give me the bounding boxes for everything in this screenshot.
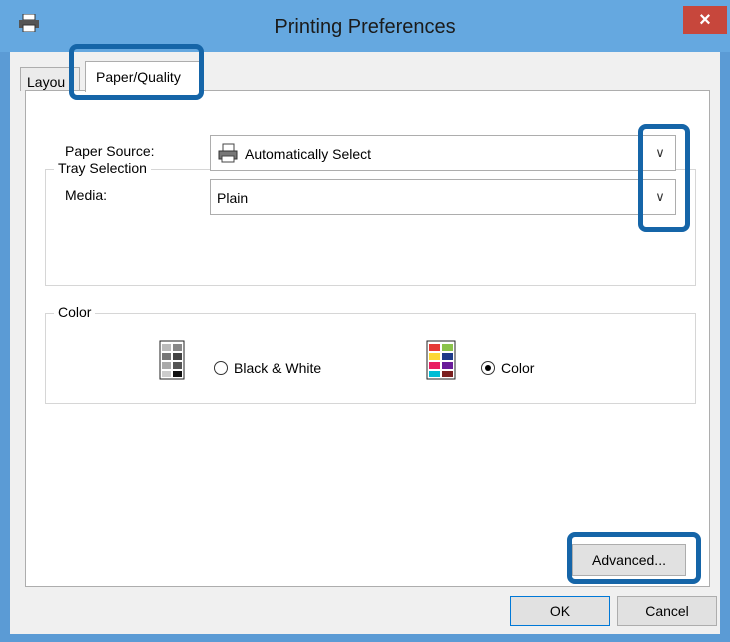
black-white-label: Black & White — [234, 360, 322, 376]
tab-layout-label: Layou — [27, 74, 66, 90]
media-dropdown[interactable]: Plain ∨ — [210, 179, 676, 215]
cancel-button[interactable]: Cancel — [617, 596, 717, 626]
paper-source-dropdown[interactable]: Automatically Select ∨ — [210, 135, 676, 171]
grayscale-document-icon — [159, 340, 185, 380]
chevron-down-icon[interactable]: ∨ — [645, 180, 675, 214]
advanced-button[interactable]: Advanced... — [572, 544, 686, 576]
media-label: Media: — [65, 187, 108, 203]
black-white-option[interactable]: Black & White — [214, 360, 321, 376]
tab-paper-quality[interactable]: Paper/Quality — [85, 61, 201, 92]
tab-layout[interactable]: Layou — [20, 67, 80, 91]
printing-preferences-window: Printing Preferences × Layou Tray Select… — [0, 0, 730, 642]
title-bar[interactable]: Printing Preferences × — [0, 0, 730, 52]
color-document-icon — [426, 340, 456, 380]
black-white-radio[interactable] — [214, 361, 228, 375]
tab-paper-quality-label: Paper/Quality — [96, 69, 181, 85]
paper-source-label: Paper Source: — [65, 143, 155, 159]
close-button[interactable]: × — [683, 6, 727, 34]
color-option[interactable]: Color — [481, 360, 534, 376]
paper-quality-page: Tray Selection Paper Source: Automatical… — [25, 90, 710, 587]
color-group: Color — [45, 304, 696, 404]
color-radio[interactable] — [481, 361, 495, 375]
color-label: Color — [501, 360, 535, 376]
media-value: Plain — [217, 190, 249, 206]
printer-icon — [218, 143, 238, 163]
ok-button[interactable]: OK — [510, 596, 610, 626]
paper-source-value: Automatically Select — [245, 146, 372, 162]
window-title: Printing Preferences — [274, 16, 456, 38]
chevron-down-icon[interactable]: ∨ — [645, 136, 675, 170]
color-group-title: Color — [54, 304, 96, 320]
tray-selection-title: Tray Selection — [54, 160, 151, 176]
